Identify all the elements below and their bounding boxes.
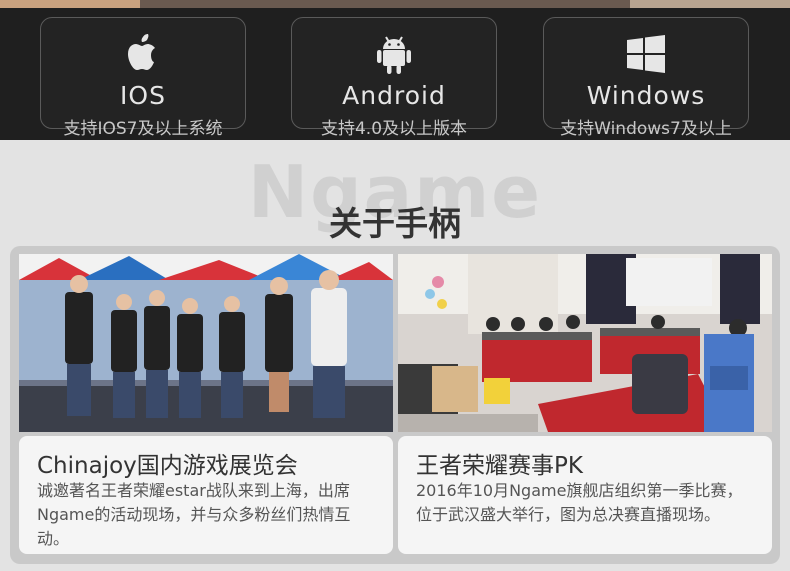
- card-title: 王者荣耀赛事PK: [416, 453, 583, 479]
- platform-name-windows: Windows: [586, 81, 706, 110]
- apple-icon: [128, 34, 155, 70]
- event-card-kog-pk[interactable]: 王者荣耀赛事PK 2016年10月Ngame旗舰店组织第一季比赛，位于武汉盛大举…: [398, 254, 772, 554]
- platform-card-ios: IOS 支持IOS7及以上系统: [40, 17, 246, 139]
- chinajoy-stage-photo: [19, 254, 393, 432]
- windows-icon: [627, 35, 665, 73]
- top-banner-strip: [0, 0, 790, 8]
- section-title: 关于手柄: [329, 204, 461, 243]
- platform-desc-ios: 支持IOS7及以上系统: [63, 119, 223, 139]
- platform-name-ios: IOS: [120, 81, 166, 110]
- platform-support-bar: IOS 支持IOS7及以上系统 Android 支持4.0及以上版本 Windo…: [0, 8, 790, 140]
- tournament-venue-photo: [398, 254, 772, 432]
- android-icon: [377, 36, 411, 74]
- platform-desc-android: 支持4.0及以上版本: [320, 119, 468, 139]
- card-title: Chinajoy国内游戏展览会: [37, 453, 298, 479]
- event-card-chinajoy[interactable]: Chinajoy国内游戏展览会 诚邀著名王者荣耀estar战队来到上海，出席Ng…: [19, 254, 393, 554]
- platform-desc-windows: 支持Windows7及以上: [560, 119, 732, 139]
- card-caption: 王者荣耀赛事PK 2016年10月Ngame旗舰店组织第一季比赛，位于武汉盛大举…: [398, 436, 772, 554]
- platform-name-android: Android: [342, 81, 446, 110]
- card-caption: Chinajoy国内游戏展览会 诚邀著名王者荣耀estar战队来到上海，出席Ng…: [19, 436, 393, 554]
- card-description: 2016年10月Ngame旗舰店组织第一季比赛，位于武汉盛大举行，图为总决赛直播…: [416, 481, 743, 524]
- card-description: 诚邀著名王者荣耀estar战队来到上海，出席Ngame的活动现场，并与众多粉丝们…: [37, 481, 351, 548]
- platform-card-android: Android 支持4.0及以上版本: [291, 17, 497, 139]
- platform-card-windows: Windows 支持Windows7及以上: [543, 17, 749, 139]
